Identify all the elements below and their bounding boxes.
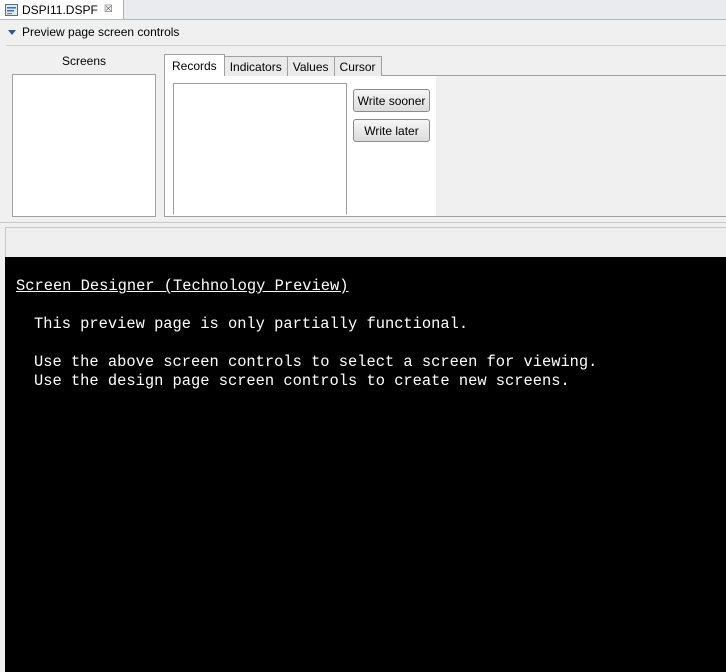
records-list[interactable] [173,83,347,214]
preview-toolbar [5,227,726,257]
terminal-line: Use the design page screen controls to c… [34,372,570,390]
tab-indicators[interactable]: Indicators [223,56,288,76]
terminal-line: This preview page is only partially func… [34,315,469,333]
close-icon[interactable]: ☒ [104,4,113,15]
screens-label: Screens [61,54,107,68]
chevron-down-icon[interactable] [8,29,16,35]
editor-tab-title: DSPI11.DSPF [22,2,98,17]
editor-tab-strip: DSPI11.DSPF ☒ [0,0,726,20]
editor-tab-dspi11[interactable]: DSPI11.DSPF ☒ [0,0,124,19]
terminal-preview: Screen Designer (Technology Preview) Thi… [5,257,726,672]
section-title: Preview page screen controls [22,25,180,39]
section-header[interactable]: Preview page screen controls [0,21,726,43]
terminal-line: Use the above screen controls to select … [34,353,598,371]
terminal-title: Screen Designer (Technology Preview) [16,277,349,295]
tab-bar: Records Indicators Values Cursor [164,54,382,76]
tab-cursor[interactable]: Cursor [333,56,382,76]
write-later-button[interactable]: Write later [353,119,430,142]
write-sooner-button[interactable]: Write sooner [353,89,430,112]
tab-records[interactable]: Records [164,54,225,76]
tab-values[interactable]: Values [286,56,335,76]
screens-list[interactable] [12,74,156,217]
display-file-icon [5,3,18,16]
panel-divider [0,222,726,223]
section-divider [6,45,726,46]
